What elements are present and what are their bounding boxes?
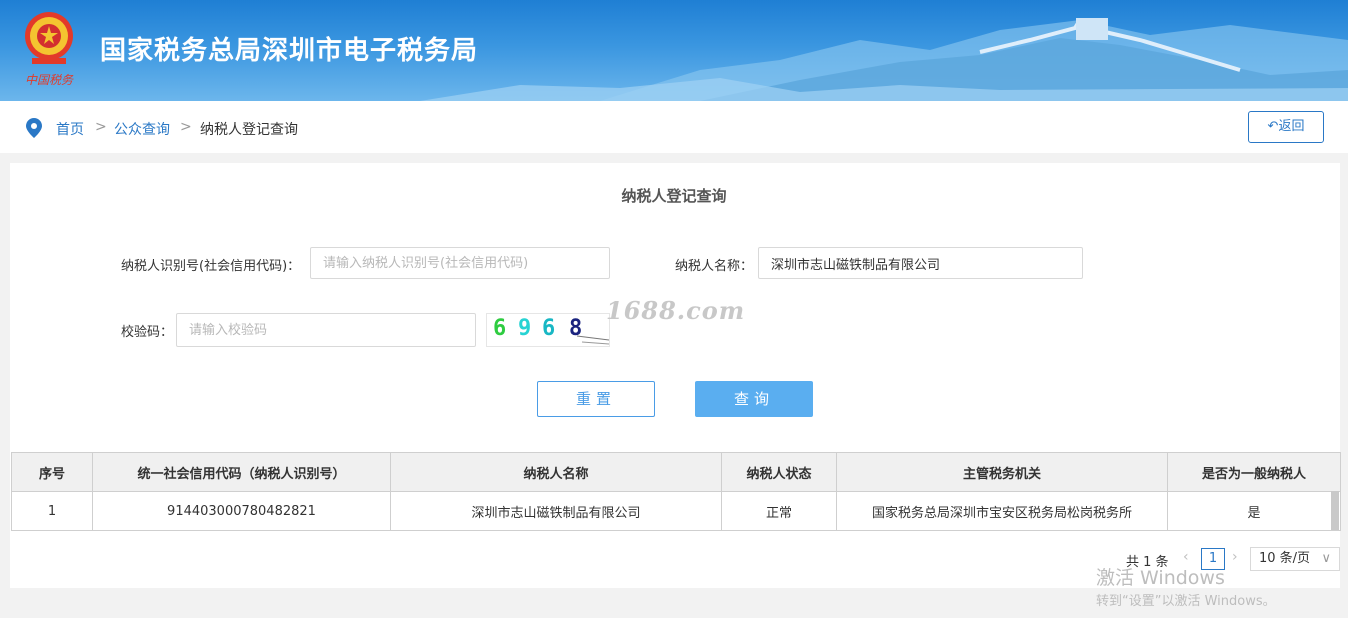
- table-scrollbar[interactable]: [1331, 491, 1339, 530]
- captcha-noise-lines: [576, 335, 609, 345]
- breadcrumb-public-query-link[interactable]: 公众查询: [114, 119, 170, 139]
- cell-credit-code: 914403000780482821: [92, 491, 391, 531]
- page-size-select[interactable]: 10 条/页 ∨: [1250, 547, 1340, 571]
- cell-general-taxpayer: 是: [1167, 491, 1341, 531]
- chevron-down-icon: ∨: [1321, 551, 1331, 566]
- pagination-next-icon[interactable]: ›: [1232, 549, 1238, 565]
- captcha-image[interactable]: 6 9 6 8: [486, 313, 610, 347]
- form-title: 纳税人登记查询: [621, 187, 727, 205]
- breadcrumb-home-link[interactable]: 首页: [56, 119, 84, 139]
- column-header-taxpayer-name: 纳税人名称: [390, 452, 722, 492]
- reset-button[interactable]: 重置: [537, 381, 655, 417]
- location-pin-icon: [26, 118, 42, 138]
- windows-activation-title: 激活 Windows: [1096, 567, 1225, 589]
- breadcrumb-separator: >: [180, 119, 192, 135]
- header-banner: 中国税务 国家税务总局深圳市电子税务局: [0, 0, 1348, 101]
- table-row[interactable]: 1 914403000780482821 深圳市志山磁铁制品有限公司 正常 国家…: [11, 491, 1341, 531]
- column-header-index: 序号: [11, 452, 93, 492]
- column-header-tax-authority: 主管税务机关: [836, 452, 1168, 492]
- return-arrow-icon: ↶: [1267, 119, 1279, 134]
- query-button[interactable]: 查询: [695, 381, 813, 417]
- back-button[interactable]: ↶返回: [1248, 111, 1324, 143]
- taxpayer-name-label: 纳税人名称：: [675, 259, 754, 274]
- results-table: 序号 统一社会信用代码（纳税人识别号） 纳税人名称 纳税人状态 主管税务机关 是…: [11, 452, 1341, 531]
- site-watermark: 1688.com: [606, 296, 746, 325]
- column-header-general-taxpayer: 是否为一般纳税人: [1167, 452, 1341, 492]
- cell-taxpayer-name: 深圳市志山磁铁制品有限公司: [390, 491, 722, 531]
- breadcrumb-separator: >: [95, 119, 107, 135]
- column-header-status: 纳税人状态: [721, 452, 837, 492]
- cell-tax-authority: 国家税务总局深圳市宝安区税务局松岗税务所: [836, 491, 1168, 531]
- taxpayer-name-input[interactable]: [758, 247, 1083, 279]
- windows-activation-hint: 转到“设置”以激活 Windows。: [1096, 594, 1276, 609]
- back-button-label: 返回: [1278, 119, 1305, 134]
- column-header-credit-code: 统一社会信用代码（纳税人识别号）: [92, 452, 391, 492]
- taxpayer-id-input[interactable]: [310, 247, 610, 279]
- cell-index: 1: [11, 491, 93, 531]
- table-header-row: 序号 统一社会信用代码（纳税人识别号） 纳税人名称 纳税人状态 主管税务机关 是…: [11, 452, 1341, 492]
- national-emblem-icon: 中国税务: [25, 12, 74, 87]
- cell-status: 正常: [721, 491, 837, 531]
- taxpayer-id-label: 纳税人识别号(社会信用代码)：: [121, 259, 301, 274]
- captcha-label: 校验码：: [121, 325, 174, 340]
- captcha-input[interactable]: [176, 313, 476, 347]
- page-size-value: 10 条/页: [1259, 551, 1311, 566]
- breadcrumb-current: 纳税人登记查询: [200, 122, 298, 138]
- site-title: 国家税务总局深圳市电子税务局: [100, 36, 479, 66]
- emblem-caption: 中国税务: [25, 73, 74, 87]
